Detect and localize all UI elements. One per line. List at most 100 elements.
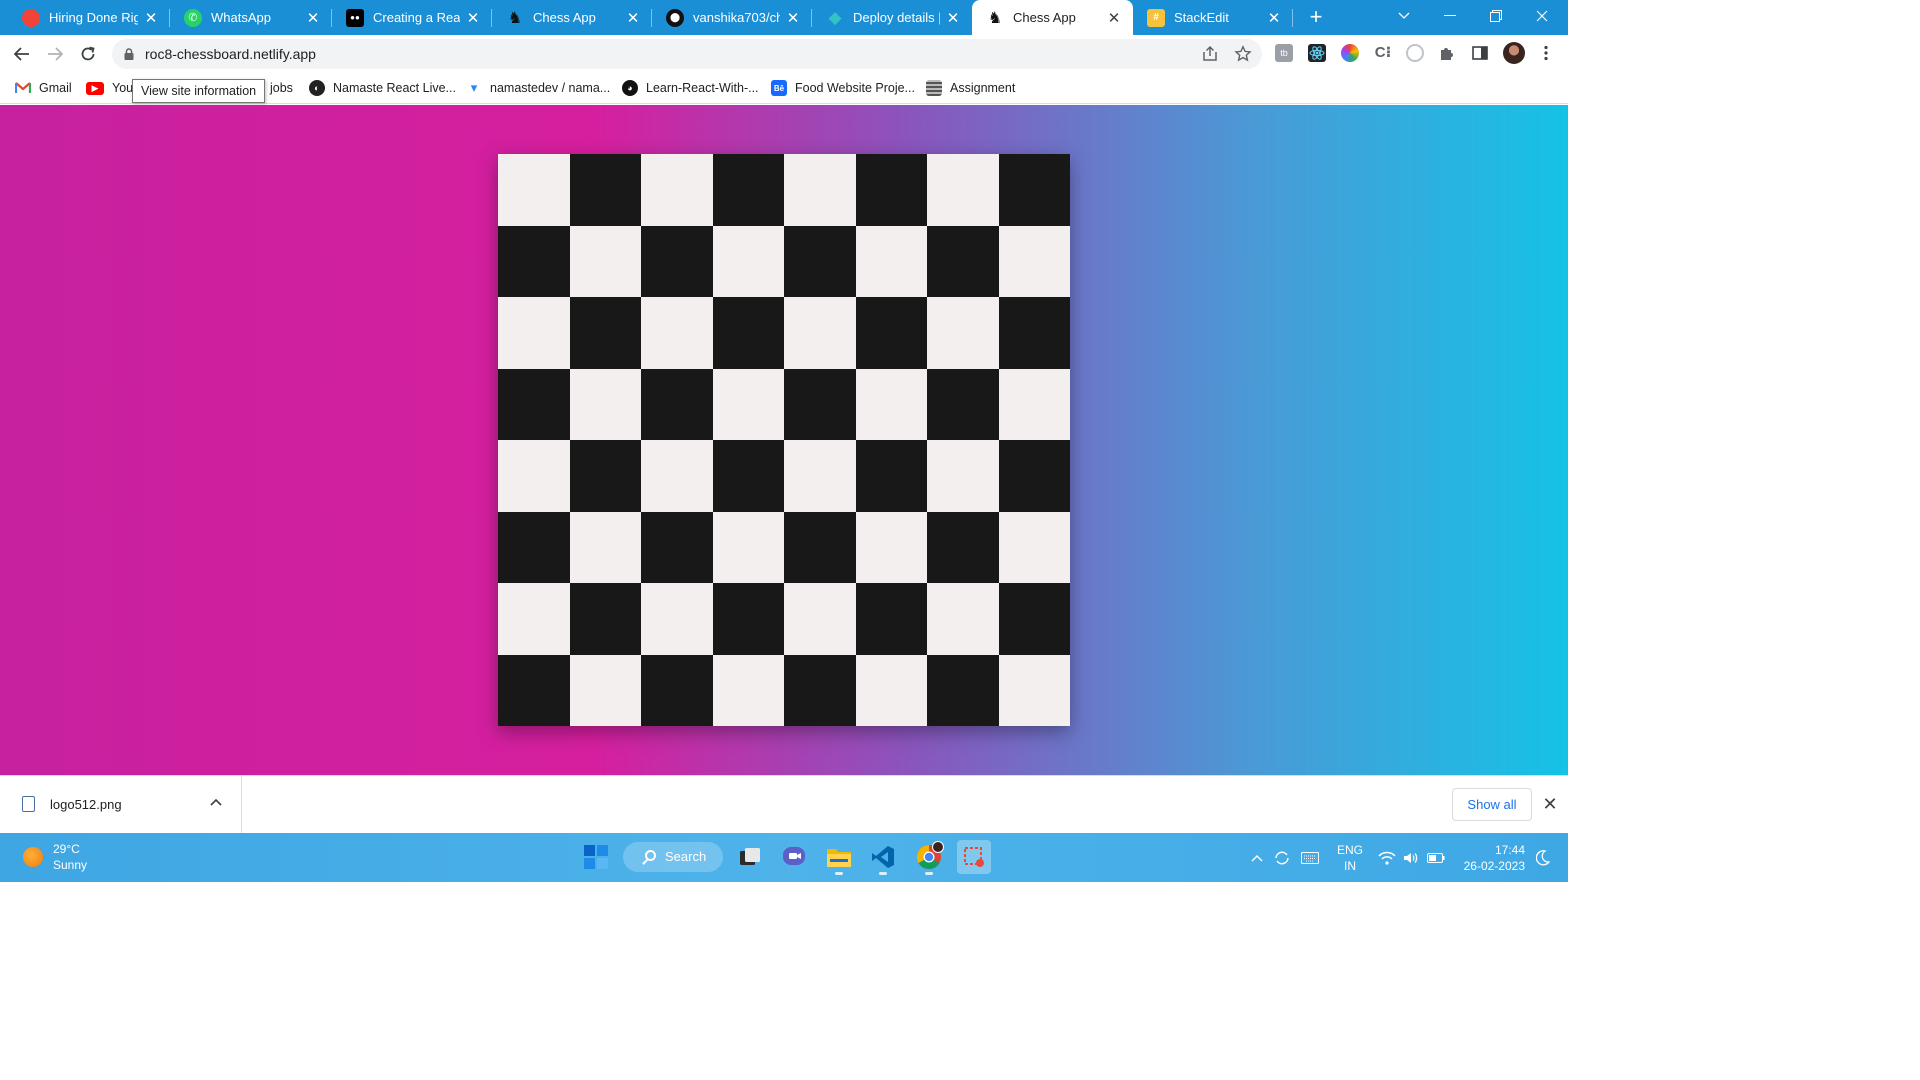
onedrive-sync-icon[interactable] [1272, 833, 1292, 882]
tab-creating-react[interactable]: ●● Creating a React ✕ [332, 0, 492, 35]
tab-hiring[interactable]: Hiring Done Righ ✕ [8, 0, 170, 35]
dark-square [498, 654, 570, 726]
bookmark-food-website[interactable]: Bē Food Website Proje... [771, 78, 915, 98]
bookmark-namastedev[interactable]: ▾ namastedev / nama... [466, 78, 610, 98]
tab-chess-app[interactable]: ♞ Chess App ✕ [492, 0, 652, 35]
wifi-icon[interactable] [1377, 833, 1397, 882]
kebab-menu-icon [1544, 45, 1548, 61]
hiring-icon [22, 8, 40, 27]
color-picker-icon[interactable] [1341, 44, 1359, 62]
tab-github-repo[interactable]: ⬤ vanshika703/che ✕ [652, 0, 812, 35]
bookmark-jobs[interactable]: jobs [270, 78, 293, 98]
reload-button[interactable] [73, 39, 103, 69]
bookmark-learn-react[interactable]: ◕ Learn-React-With-... [622, 78, 759, 98]
system-clock[interactable]: 17:44 26-02-2023 [1455, 842, 1525, 874]
bookmark-namaste-react[interactable]: ◐ Namaste React Live... [309, 78, 456, 98]
show-hidden-icons-button[interactable] [1248, 833, 1266, 882]
side-panel-icon[interactable] [1471, 44, 1489, 62]
close-icon[interactable]: ✕ [464, 9, 482, 27]
close-shelf-button[interactable]: ✕ [1540, 792, 1560, 816]
light-square [641, 154, 713, 226]
extension-icon-2[interactable] [1406, 44, 1424, 62]
minimize-button[interactable] [1427, 0, 1473, 32]
extension-icon[interactable]: tb [1275, 44, 1293, 62]
download-file-name[interactable]: logo512.png [50, 797, 122, 812]
close-icon[interactable]: ✕ [1265, 9, 1283, 27]
restore-button[interactable] [1473, 0, 1519, 32]
extensions-puzzle-icon[interactable] [1438, 44, 1456, 62]
close-icon[interactable]: ✕ [944, 9, 962, 27]
lock-icon[interactable] [124, 48, 134, 60]
chevron-up-icon[interactable] [210, 794, 222, 809]
task-view-button[interactable] [737, 844, 763, 870]
vscode-button[interactable] [870, 844, 896, 875]
bookmark-gmail[interactable]: Gmail [15, 78, 72, 98]
light-square [569, 511, 641, 583]
clock-time: 17:44 [1494, 843, 1525, 857]
share-icon[interactable] [1201, 45, 1219, 63]
search-icon [645, 850, 656, 861]
taskbar-search[interactable]: Search [623, 842, 723, 872]
dark-square [712, 154, 784, 226]
avatar[interactable] [1503, 42, 1525, 64]
download-item[interactable]: logo512.png [0, 776, 242, 834]
chrome-button[interactable] [916, 841, 944, 875]
start-button[interactable] [583, 844, 609, 870]
clock-date: 26-02-2023 [1463, 859, 1525, 873]
battery-icon[interactable] [1426, 833, 1446, 882]
vscode-icon [872, 846, 894, 868]
dark-square [712, 297, 784, 369]
close-icon[interactable]: ✕ [304, 9, 322, 27]
assignment-icon [926, 80, 942, 96]
namaste-icon: ◐ [309, 80, 325, 96]
whatsapp-icon: ✆ [184, 8, 202, 27]
input-language[interactable]: ENG IN [1337, 842, 1363, 874]
css-extension-icon[interactable]: C⁝ [1374, 44, 1392, 62]
show-all-button[interactable]: Show all [1452, 788, 1532, 821]
bookmark-assignment[interactable]: Assignment [926, 78, 1015, 98]
dark-square [927, 654, 999, 726]
url-text[interactable]: roc8-chessboard.netlify.app [145, 46, 316, 62]
file-explorer-button[interactable] [826, 844, 852, 875]
dark-square [641, 654, 713, 726]
tab-chess-app-active[interactable]: ♞ Chess App ✕ [972, 0, 1133, 35]
dark-square [712, 440, 784, 512]
light-square [641, 583, 713, 655]
teams-chat-button[interactable] [781, 844, 807, 870]
react-devtools-icon[interactable] [1308, 44, 1326, 62]
back-button[interactable] [7, 39, 37, 69]
volume-icon[interactable] [1401, 833, 1421, 882]
dark-square [784, 368, 856, 440]
bookmark-label: Namaste React Live... [333, 81, 456, 95]
dark-square [927, 511, 999, 583]
keyboard-icon[interactable] [1299, 833, 1321, 882]
dark-square [998, 440, 1070, 512]
site-info-tooltip: View site information [132, 79, 266, 103]
tab-whatsapp[interactable]: ✆ WhatsApp ✕ [170, 0, 332, 35]
dark-square [927, 368, 999, 440]
bookmark-youtube[interactable]: ▶ You [86, 78, 133, 98]
tab-stackedit[interactable]: # StackEdit ✕ [1133, 0, 1293, 35]
tab-deploy-details[interactable]: ◆ Deploy details | n ✕ [812, 0, 972, 35]
notifications-button[interactable] [1533, 833, 1553, 882]
address-bar[interactable]: roc8-chessboard.netlify.app [112, 39, 1262, 69]
close-icon[interactable]: ✕ [1105, 9, 1123, 27]
close-window-button[interactable] [1519, 0, 1565, 32]
light-square [569, 654, 641, 726]
snipping-tool-button[interactable] [957, 840, 991, 874]
close-icon [1536, 10, 1548, 22]
new-tab-button[interactable]: + [1303, 4, 1329, 30]
menu-button[interactable] [1537, 44, 1555, 62]
weather-condition[interactable]: Sunny [53, 858, 87, 872]
close-icon[interactable]: ✕ [142, 9, 160, 27]
star-icon[interactable] [1234, 45, 1252, 63]
close-icon[interactable]: ✕ [784, 9, 802, 27]
tab-search-button[interactable] [1381, 0, 1427, 32]
sun-icon[interactable] [23, 847, 43, 867]
weather-temperature[interactable]: 29°C [53, 842, 80, 856]
dark-square [641, 511, 713, 583]
light-square [855, 511, 927, 583]
close-icon[interactable]: ✕ [624, 9, 642, 27]
dark-square [998, 297, 1070, 369]
forward-button[interactable] [40, 39, 70, 69]
